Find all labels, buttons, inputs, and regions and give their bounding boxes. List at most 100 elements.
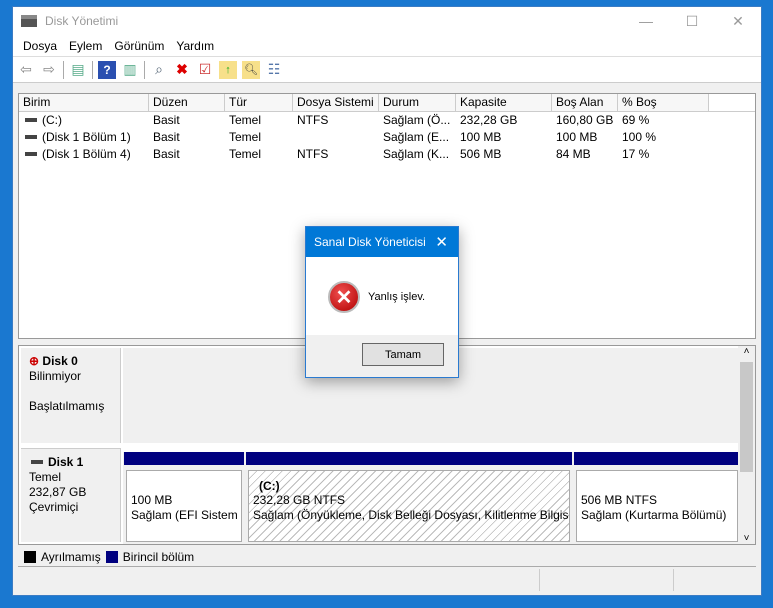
- table-cell: Temel: [225, 129, 293, 146]
- table-row[interactable]: (Disk 1 Bölüm 1) Basit Temel Sağlam (E... 10…: [19, 129, 755, 146]
- maximize-button[interactable]: ☐: [669, 7, 715, 35]
- column-bos-alan[interactable]: Boş Alan: [552, 94, 618, 111]
- table-cell: 84 MB: [552, 146, 618, 163]
- disk-1-label[interactable]: Disk 1 Temel 232,87 GB Çevrimiçi: [21, 448, 121, 542]
- dialog-title: Sanal Disk Yöneticisi: [314, 235, 426, 249]
- table-cell: Sağlam (Ö...: [379, 112, 456, 129]
- cell-text: 84 MB: [556, 147, 591, 161]
- column-birim[interactable]: Birim: [19, 94, 149, 111]
- table-row[interactable]: (C:) Basit Temel NTFS Sağlam (Ö... 232,28 GB 1…: [19, 112, 755, 129]
- checklist-icon[interactable]: ☷: [265, 61, 283, 79]
- cell-text: Sağlam (E...: [383, 130, 450, 144]
- column-yuzde-bos[interactable]: % Boş: [618, 94, 709, 111]
- partition-size: 100 MB: [131, 493, 173, 507]
- action-pane-icon[interactable]: ▥: [121, 61, 139, 79]
- scroll-down-icon[interactable]: ˅: [738, 533, 755, 544]
- dialog-footer: Tamam: [306, 335, 458, 377]
- cell-text: 100 %: [622, 130, 657, 144]
- menu-yardim[interactable]: Yardım: [170, 39, 220, 53]
- disk-1-area: 100 MB Sağlam (EFI Sistem Bölümü) (C:) 2…: [123, 452, 740, 544]
- open-icon[interactable]: ↑: [219, 60, 237, 79]
- cell-text: Sağlam (Ö...: [383, 113, 451, 127]
- cell-text: 69 %: [622, 113, 650, 127]
- cell-text: 506 MB: [460, 147, 502, 161]
- table-cell: 100 MB: [552, 129, 618, 146]
- separator: [144, 60, 145, 79]
- legend-unallocated: Ayrılmamış: [41, 549, 101, 564]
- partition-size: 506 MB NTFS: [581, 493, 658, 507]
- disk-1-status: Çevrimiçi: [29, 500, 79, 514]
- column-tur[interactable]: Tür: [225, 94, 293, 111]
- partition-size: 232,28 GB NTFS: [253, 493, 346, 507]
- partition-bar: [246, 452, 572, 465]
- menu-dosya[interactable]: Dosya: [17, 39, 63, 53]
- drive-icon: [25, 117, 37, 122]
- dialog-message: Yanlış işlev.: [368, 291, 426, 303]
- cell-text: Temel: [229, 130, 262, 144]
- table-cell: 100 %: [618, 129, 709, 146]
- error-dialog: Sanal Disk Yöneticisi ✕ ✕ Yanlış işlev. …: [305, 226, 459, 378]
- partition-c[interactable]: (C:) 232,28 GB NTFS Sağlam (Önyükleme, D…: [246, 452, 572, 544]
- title-bar: Disk Yönetimi — ☐ ✕: [13, 7, 761, 35]
- cell-text: 100 MB: [460, 130, 502, 144]
- column-dosya-sistemi[interactable]: Dosya Sistemi: [293, 94, 379, 111]
- scroll-up-icon[interactable]: ˄: [738, 346, 755, 362]
- disk-0-label[interactable]: ⊕ Disk 0 Bilinmiyor Başlatılmamış: [21, 348, 121, 443]
- disk-0-status: Başlatılmamış: [29, 399, 105, 413]
- explore-icon[interactable]: 🔍︎: [242, 60, 260, 79]
- table-cell: NTFS: [293, 112, 379, 129]
- separator: [92, 60, 93, 79]
- cell-text: Sağlam (K...: [383, 147, 450, 161]
- properties-icon[interactable]: ☑: [196, 61, 214, 79]
- vertical-scrollbar[interactable]: ˄ ˅: [738, 346, 755, 544]
- disk-0-type: Bilinmiyor: [29, 369, 82, 383]
- partition-bar: [124, 452, 244, 465]
- column-durum[interactable]: Durum: [379, 94, 456, 111]
- dialog-close-button[interactable]: ✕: [435, 233, 448, 251]
- menu-eylem[interactable]: Eylem: [63, 39, 108, 53]
- drive-icon: [25, 151, 37, 156]
- partition-body: 506 MB NTFS Sağlam (Kurtarma Bölümü): [576, 470, 738, 542]
- disk-1-name: Disk 1: [48, 455, 84, 469]
- help-icon[interactable]: ?: [98, 60, 116, 79]
- connect-disk-icon[interactable]: ⌕: [150, 61, 168, 79]
- partition-efi[interactable]: 100 MB Sağlam (EFI Sistem Bölümü): [124, 452, 244, 544]
- disk-1-size: 232,87 GB: [29, 485, 87, 499]
- cell-text: Basit: [153, 113, 180, 127]
- column-kapasite[interactable]: Kapasite: [456, 94, 552, 111]
- error-icon: ✕: [328, 281, 360, 313]
- ok-button[interactable]: Tamam: [362, 343, 444, 366]
- menu-gorunum[interactable]: Görünüm: [108, 39, 170, 53]
- table-cell: 160,80 GB: [552, 112, 618, 129]
- close-button[interactable]: ✕: [715, 7, 761, 35]
- partition-title: [131, 479, 241, 493]
- legend-swatch-primary: [105, 550, 118, 563]
- forward-icon[interactable]: ⇨: [40, 61, 58, 79]
- table-row[interactable]: (Disk 1 Bölüm 4) Basit Temel NTFS Sağlam (K.…: [19, 146, 755, 163]
- partition-body: 100 MB Sağlam (EFI Sistem Bölümü): [126, 470, 242, 542]
- minimize-button[interactable]: —: [623, 7, 669, 35]
- table-cell: Sağlam (E...: [379, 129, 456, 146]
- partition-title: (C:): [259, 479, 280, 493]
- partition-status: Sağlam (Kurtarma Bölümü): [581, 508, 727, 522]
- window-title: Disk Yönetimi: [45, 14, 119, 28]
- disk-management-icon: [21, 15, 37, 27]
- table-cell: Basit: [149, 146, 225, 163]
- column-duzen[interactable]: Düzen: [149, 94, 225, 111]
- table-cell: Basit: [149, 129, 225, 146]
- partition-status: Sağlam (EFI Sistem Bölümü): [131, 508, 241, 522]
- delete-icon[interactable]: ✖: [173, 61, 191, 79]
- legend-swatch-unallocated: [24, 550, 36, 563]
- disk-1-type: Temel: [29, 470, 62, 484]
- back-icon[interactable]: ⇦: [17, 61, 35, 79]
- table-cell: (C:): [19, 112, 149, 129]
- cell-text: Temel: [229, 147, 262, 161]
- console-tree-icon[interactable]: ▤: [69, 61, 87, 79]
- disk-0-name: Disk 0: [42, 354, 78, 368]
- scroll-thumb[interactable]: [740, 362, 753, 472]
- menu-bar: Dosya Eylem Görünüm Yardım: [13, 35, 761, 57]
- partition-body: (C:) 232,28 GB NTFS Sağlam (Önyükleme, D…: [248, 470, 570, 542]
- partition-recovery[interactable]: 506 MB NTFS Sağlam (Kurtarma Bölümü): [574, 452, 740, 544]
- table-cell: Sağlam (K...: [379, 146, 456, 163]
